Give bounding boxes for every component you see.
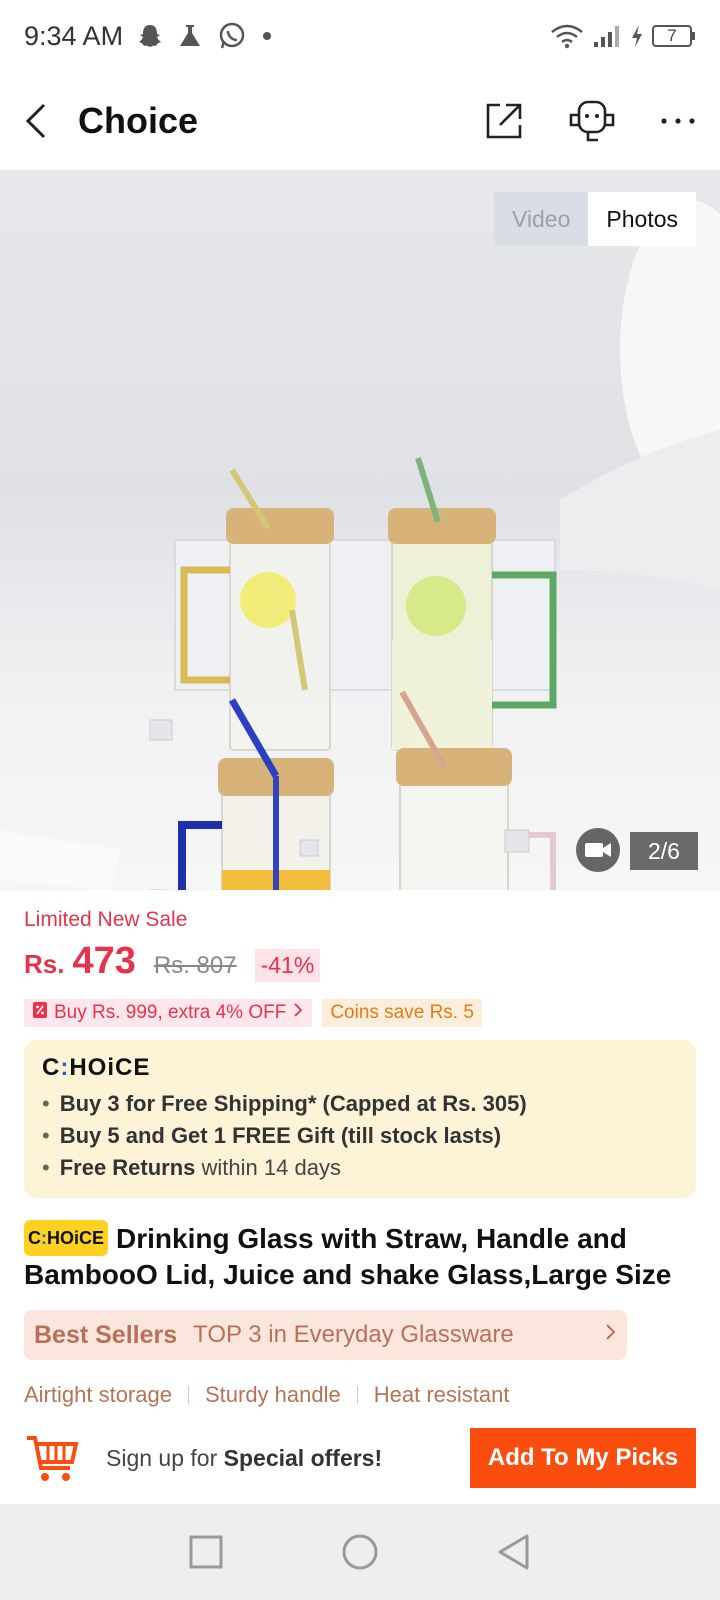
image-counter: 2/6 [630,832,698,870]
customer-service-icon[interactable] [566,99,618,143]
choice-logo: C:HOiCE [42,1054,151,1081]
status-bar: 9:34 AM 7 [0,0,720,72]
original-price: Rs. 807 [153,952,237,979]
current-price: 473 [72,940,136,982]
list-item: Buy 3 for Free Shipping* (Capped at Rs. … [42,1088,678,1120]
charging-icon [630,24,644,48]
media-toggle: Video Photos [493,192,696,246]
divider [187,1386,189,1404]
signal-icon [592,23,622,49]
price-section: Limited New Sale Rs. 473 Rs. 807 -41% Bu… [24,908,696,1027]
snapchat-icon [137,23,163,49]
best-sellers-rank: TOP 3 in Everyday Glassware [193,1321,514,1348]
price-currency: Rs. [24,949,65,979]
feature-tag: Airtight storage [24,1382,172,1407]
more-icon[interactable] [660,116,696,126]
limited-sale-label: Limited New Sale [24,908,188,931]
wifi-icon [550,23,584,49]
home-icon[interactable] [341,1533,379,1571]
list-item: Buy 5 and Get 1 FREE Gift (till stock la… [42,1120,678,1152]
best-sellers-banner[interactable]: Best Sellers TOP 3 in Everyday Glassware [24,1310,627,1360]
battery-icon: 7 [652,24,696,48]
coins-promo[interactable]: Coins save Rs. 5 [322,999,482,1027]
discount-badge: -41% [254,949,321,982]
feature-tag: Heat resistant [373,1382,510,1407]
system-nav-bar [0,1504,720,1600]
header: Choice [0,72,720,170]
bottom-action-bar: Sign up for Special offers! Add To My Pi… [0,1412,720,1504]
whatsapp-icon [217,21,247,51]
product-image-gallery[interactable]: Video Photos 2/6 [0,170,720,890]
feature-tags: Airtight storage Sturdy handle Heat resi… [24,1382,696,1408]
best-sellers-label: Best Sellers [34,1320,178,1349]
share-icon[interactable] [484,101,524,141]
choice-benefits-box[interactable]: C:HOiCE Buy 3 for Free Shipping* (Capped… [24,1040,696,1198]
choice-badge: C:HOiCE [24,1220,109,1256]
add-to-my-picks-button[interactable]: Add To My Picks [470,1428,696,1488]
chevron-right-icon [292,1002,304,1024]
back-icon[interactable] [497,1533,531,1571]
back-arrow-icon[interactable] [24,101,48,141]
flask-icon [177,23,203,49]
page-title: Choice [78,100,199,141]
cart-icon[interactable] [24,1430,80,1486]
choice-benefits-list: Buy 3 for Free Shipping* (Capped at Rs. … [42,1088,678,1184]
product-title-text: Drinking Glass with Straw, Handle and Ba… [24,1223,672,1290]
list-item: Free Returns within 14 days [42,1152,678,1184]
promo-row: Buy Rs. 999, extra 4% OFF Coins save Rs.… [24,999,696,1027]
feature-tag: Sturdy handle [204,1382,341,1407]
chevron-right-icon [603,1321,617,1349]
product-photo [0,200,720,890]
notification-dot-icon [261,30,273,42]
tab-video[interactable]: Video [493,192,589,246]
battery-level: 7 [667,26,677,45]
signup-offers-text[interactable]: Sign up for Special offers! [106,1445,382,1472]
video-camera-icon[interactable] [576,828,620,872]
recents-icon[interactable] [189,1535,223,1569]
divider [356,1386,358,1404]
tab-photos[interactable]: Photos [588,192,696,246]
status-time: 9:34 AM [24,20,124,51]
extra-off-text: Buy Rs. 999, extra 4% OFF [54,1002,287,1023]
extra-off-promo[interactable]: Buy Rs. 999, extra 4% OFF [24,999,313,1027]
product-title: C:HOiCE Drinking Glass with Straw, Handle… [24,1220,696,1293]
coupon-icon [32,1001,48,1025]
price-row: Rs. 473 Rs. 807 -41% [24,940,696,983]
